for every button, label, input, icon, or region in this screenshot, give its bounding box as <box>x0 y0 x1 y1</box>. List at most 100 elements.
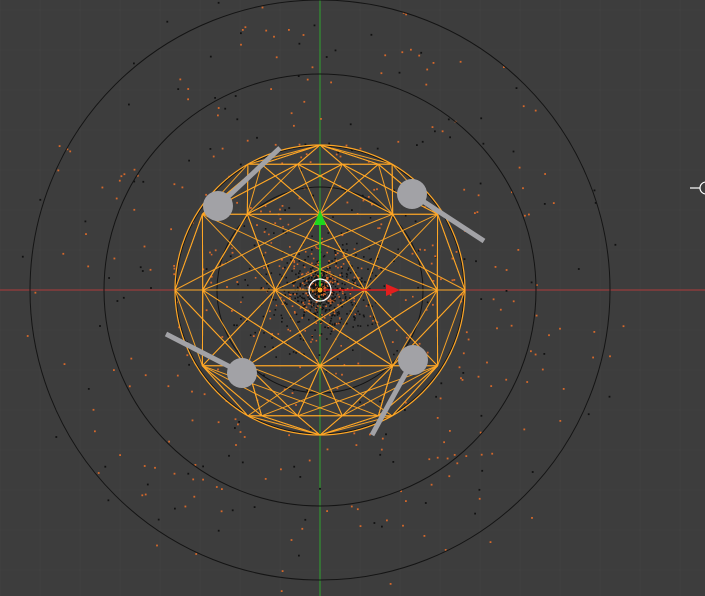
particle <box>323 275 325 277</box>
particle <box>264 228 267 230</box>
particle <box>528 213 530 216</box>
particle <box>282 230 285 232</box>
particle <box>317 273 319 275</box>
particle <box>304 259 306 261</box>
particle <box>296 263 299 265</box>
particle <box>336 287 339 290</box>
particle <box>334 296 336 298</box>
particle <box>167 385 170 388</box>
lamp-icon[interactable] <box>397 179 427 209</box>
particle <box>368 247 371 250</box>
particle <box>187 98 189 101</box>
particle <box>301 282 304 284</box>
particle <box>241 29 244 31</box>
particle <box>284 209 286 212</box>
particle <box>327 327 329 329</box>
particle <box>535 314 538 317</box>
particle <box>317 264 320 266</box>
particle <box>156 544 158 547</box>
particle <box>312 270 314 272</box>
particle <box>339 302 342 304</box>
particle <box>268 233 270 236</box>
particle <box>375 274 377 277</box>
particle <box>303 313 305 316</box>
particle <box>462 372 465 374</box>
particle <box>226 286 228 288</box>
particle <box>299 338 302 340</box>
particle <box>63 363 66 365</box>
particle <box>379 400 382 403</box>
manipulator-y-handle[interactable] <box>314 210 326 225</box>
particle <box>240 301 242 303</box>
particle <box>424 502 427 504</box>
particle <box>526 381 529 383</box>
particle <box>326 510 328 512</box>
particle <box>443 441 445 444</box>
particle <box>439 397 442 400</box>
particle <box>263 267 265 269</box>
particle <box>480 298 483 300</box>
particle <box>254 331 256 334</box>
particle <box>357 310 359 313</box>
particle <box>380 72 383 75</box>
particle <box>338 311 340 313</box>
3d-viewport[interactable] <box>0 0 705 596</box>
particle <box>188 363 190 366</box>
particle <box>353 276 356 279</box>
particle <box>55 436 58 438</box>
particle <box>295 273 297 276</box>
particle <box>562 388 565 390</box>
particle <box>84 220 87 223</box>
lamp-icon[interactable] <box>227 358 257 388</box>
particle <box>234 95 237 97</box>
particle <box>311 284 313 287</box>
particle <box>335 254 337 256</box>
particle <box>293 282 295 284</box>
wire-edge <box>246 214 276 291</box>
offscreen-lamp-icon[interactable] <box>690 181 705 195</box>
particle <box>304 518 307 521</box>
particle <box>402 524 404 527</box>
particle <box>434 255 437 258</box>
manipulator-x-handle[interactable] <box>386 284 400 296</box>
particle <box>209 251 211 254</box>
particle <box>221 488 223 490</box>
wire-edge <box>392 213 438 291</box>
lamp-icon[interactable] <box>398 345 428 375</box>
particle <box>341 305 343 308</box>
particle <box>246 139 249 142</box>
particle <box>335 265 337 268</box>
particle <box>236 324 238 327</box>
particle <box>141 270 144 272</box>
particle <box>311 277 313 279</box>
particle <box>380 223 383 226</box>
particle <box>289 246 291 248</box>
particle <box>460 377 462 380</box>
particle <box>217 421 220 424</box>
particle <box>463 258 466 260</box>
particle <box>373 522 376 524</box>
particle <box>315 339 318 342</box>
particle <box>435 395 437 398</box>
lamp-icon[interactable] <box>203 191 233 221</box>
particle <box>434 130 436 133</box>
particle <box>330 277 332 280</box>
particle <box>231 310 233 312</box>
particle <box>346 201 349 204</box>
particle <box>303 266 306 269</box>
particle <box>418 342 421 345</box>
particle <box>329 322 331 325</box>
particle <box>369 217 372 219</box>
particle <box>379 453 382 456</box>
particle <box>339 297 341 300</box>
particle <box>614 243 617 246</box>
particle <box>478 497 481 500</box>
particle <box>118 179 121 182</box>
viewport-canvas[interactable] <box>0 0 705 596</box>
particle <box>331 298 334 300</box>
particle <box>187 472 190 475</box>
particle <box>378 227 381 229</box>
particle <box>319 487 321 490</box>
lamp-3[interactable] <box>164 331 257 388</box>
particle <box>293 465 296 468</box>
